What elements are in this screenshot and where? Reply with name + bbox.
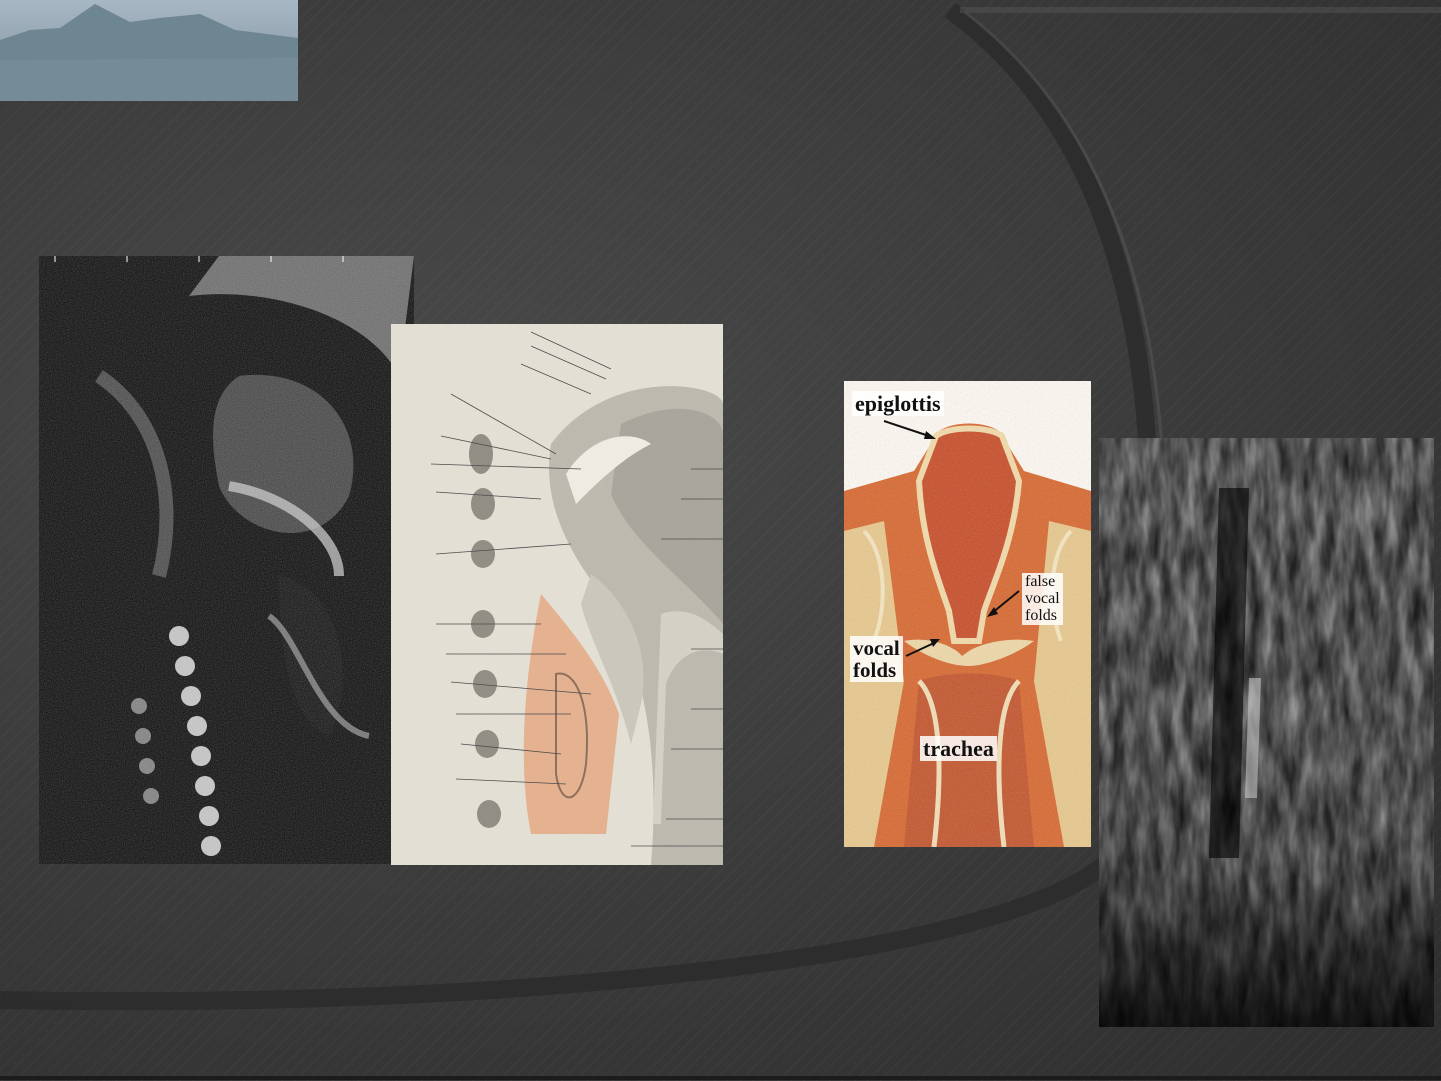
trachea-label: trachea bbox=[920, 736, 997, 762]
mountain-icon bbox=[0, 4, 298, 101]
ultrasound-sagittal-image bbox=[39, 256, 414, 864]
vocal-folds-label: vocal folds bbox=[850, 636, 903, 683]
anatomical-pharynx-drawing bbox=[391, 324, 723, 865]
vocal-folds-line-2: folds bbox=[853, 658, 897, 683]
epiglottis-label: epiglottis bbox=[852, 391, 944, 417]
false-vocal-folds-line-3: folds bbox=[1025, 606, 1057, 624]
larynx-cross-section-image: epiglottis false vocal folds vocal folds… bbox=[844, 381, 1091, 847]
false-vocal-folds-label: false vocal folds bbox=[1022, 573, 1063, 626]
mountain-logo bbox=[0, 0, 298, 101]
false-vocal-folds-line-1: false bbox=[1025, 573, 1056, 590]
false-vocal-folds-line-2: vocal bbox=[1025, 589, 1060, 607]
vocal-folds-line-1: vocal bbox=[853, 636, 900, 660]
ultrasound-larynx-image bbox=[1099, 438, 1434, 1027]
